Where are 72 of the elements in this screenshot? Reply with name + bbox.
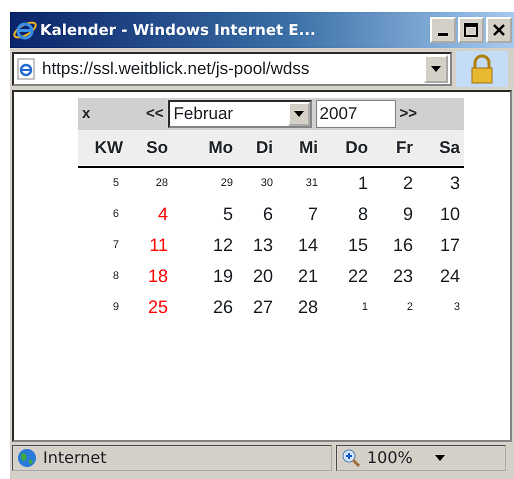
caret-icon: [294, 111, 304, 117]
calendar-day[interactable]: 15: [322, 232, 372, 259]
close-link[interactable]: x: [78, 102, 142, 126]
zoom-icon: [341, 448, 361, 468]
week-number: 7: [112, 238, 120, 254]
calendar-day[interactable]: 5: [172, 201, 237, 228]
week-number: 8: [112, 269, 120, 284]
calendar-day[interactable]: 2: [372, 299, 417, 316]
weekday-label: KW: [94, 137, 124, 160]
calendar-day[interactable]: 6: [237, 201, 277, 228]
calendar-day[interactable]: 14: [277, 232, 322, 259]
close-icon: [492, 23, 506, 37]
close-button[interactable]: [486, 17, 512, 43]
week-number: 5: [112, 176, 120, 192]
previous-month-link[interactable]: <<: [142, 102, 168, 126]
maximize-button[interactable]: [458, 17, 484, 43]
month-select[interactable]: Februar: [168, 100, 312, 128]
calendar-day[interactable]: 8: [322, 201, 372, 228]
maximize-icon: [464, 23, 478, 37]
calendar-day[interactable]: 17: [417, 232, 464, 259]
security-lock-button[interactable]: [456, 51, 508, 87]
weekday-label: Sa: [438, 137, 461, 160]
calendar-day[interactable]: 19: [172, 263, 237, 290]
calendar-day[interactable]: 1: [322, 299, 372, 316]
calendar-day[interactable]: 31: [277, 175, 322, 192]
calendar-day[interactable]: 23: [372, 263, 417, 290]
caret-icon: [431, 66, 441, 72]
calendar-day[interactable]: 20: [237, 263, 277, 290]
calendar-day[interactable]: 16: [372, 232, 417, 259]
calendar-day[interactable]: 13: [237, 232, 277, 259]
calendar-day[interactable]: 12: [172, 232, 237, 259]
week-number: 6: [112, 207, 120, 222]
calendar-day[interactable]: 3: [417, 299, 464, 316]
calendar-day[interactable]: 9: [372, 201, 417, 228]
calendar-day[interactable]: 22: [322, 263, 372, 290]
address-field[interactable]: https://ssl.weitblick.net/js-pool/wdss: [12, 52, 452, 86]
calendar-day[interactable]: 30: [237, 175, 277, 192]
dropdown-button[interactable]: [424, 55, 448, 83]
calendar-day[interactable]: 18: [127, 263, 172, 290]
minimize-button[interactable]: [430, 17, 456, 43]
weekday-label: So: [145, 137, 169, 160]
caret-icon: [434, 455, 445, 461]
calendar-day[interactable]: 29: [172, 175, 237, 192]
weekday-label: Mi: [298, 137, 319, 160]
calendar-day[interactable]: 10: [417, 201, 464, 228]
dropdown-button[interactable]: [288, 102, 310, 126]
calendar-day[interactable]: 27: [237, 294, 277, 321]
zoom-control[interactable]: 100%: [336, 445, 506, 471]
calendar-day[interactable]: 26: [172, 294, 237, 321]
next-month-link[interactable]: >>: [396, 102, 422, 126]
zone-label: Internet: [43, 447, 107, 469]
calendar-day[interactable]: 11: [127, 232, 172, 259]
weekday-label: Do: [344, 137, 369, 160]
minimize-icon: [438, 33, 448, 36]
calendar-day[interactable]: 2: [372, 170, 417, 197]
padlock-icon: [469, 54, 495, 84]
calendar-day[interactable]: 25: [127, 294, 172, 321]
calendar-day[interactable]: 28: [277, 294, 322, 321]
weekday-label: Mo: [207, 137, 234, 160]
calendar-day[interactable]: 1: [322, 170, 372, 197]
calendar-day[interactable]: 28: [127, 175, 172, 192]
globe-icon: [17, 448, 37, 468]
window-title: Kalender - Windows Internet E...: [40, 20, 317, 41]
calendar-day[interactable]: 7: [277, 201, 322, 228]
calendar-day[interactable]: 4: [127, 201, 172, 228]
week-number: 9: [112, 300, 120, 316]
calendar-day[interactable]: 21: [277, 263, 322, 290]
calendar-day[interactable]: 24: [417, 263, 464, 290]
weekday-label: Di: [255, 137, 274, 160]
weekday-label: Fr: [395, 137, 414, 160]
calendar-day[interactable]: 3: [417, 170, 464, 197]
year-field[interactable]: 2007: [316, 100, 396, 128]
